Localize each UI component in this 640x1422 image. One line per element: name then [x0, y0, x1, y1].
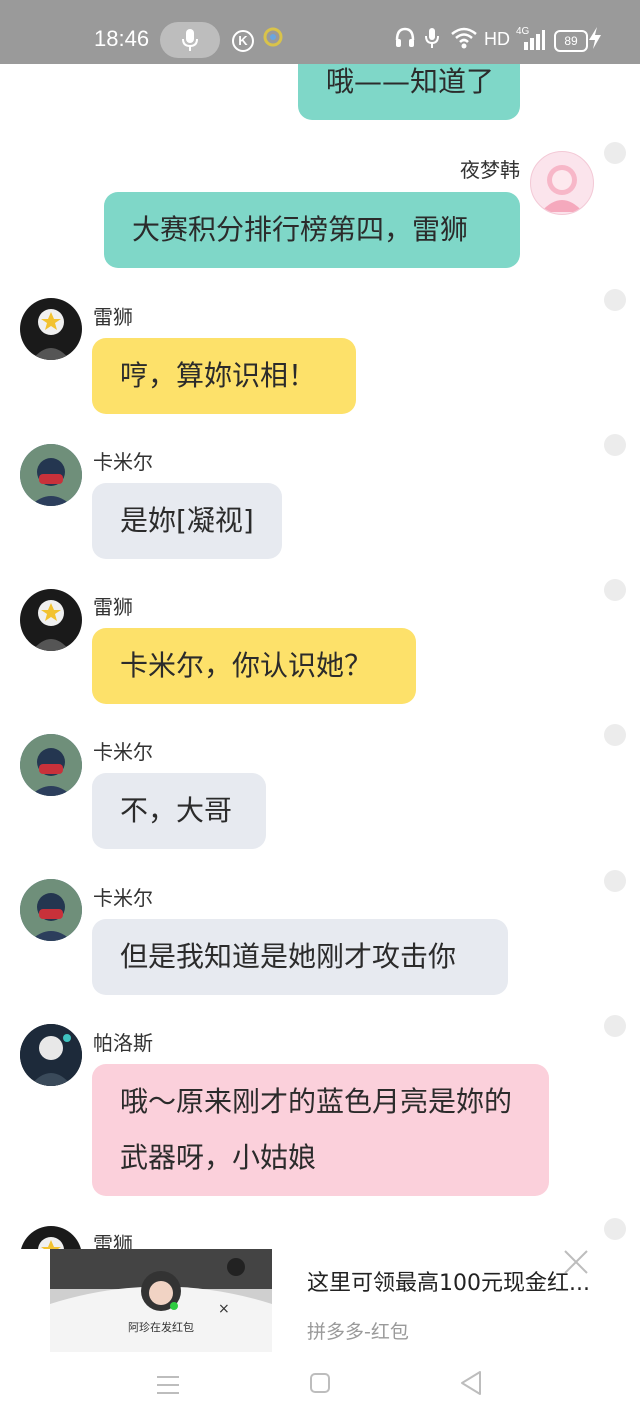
read-status-dot	[604, 434, 626, 456]
message-text: 哦——知道了	[326, 65, 495, 98]
navigation-bar	[0, 1352, 640, 1422]
sender-name: 卡米尔	[93, 450, 153, 474]
battery-icon: 89	[554, 30, 588, 52]
sender-name: 夜梦韩	[460, 158, 520, 182]
read-status-dot	[604, 142, 626, 164]
ad-image-close-icon: ×	[218, 1301, 230, 1317]
message-bubble[interactable]: 大赛积分排行榜第四，雷狮	[104, 192, 520, 268]
message-bubble[interactable]: 不，大哥	[92, 773, 266, 849]
read-status-dot	[604, 724, 626, 746]
sender-name: 帕洛斯	[93, 1031, 153, 1055]
mic-indicator[interactable]	[160, 22, 220, 58]
read-status-dot	[604, 1218, 626, 1240]
assistant-icon	[263, 27, 283, 47]
sender-name: 雷狮	[93, 1232, 133, 1249]
message-text: 哼，算妳识相！	[120, 359, 317, 392]
message-bubble[interactable]: 哦～原来刚才的蓝色月亮是妳的武器呀，小姑娘	[92, 1064, 549, 1196]
ad-image-caption: 阿珍在发红包	[128, 1321, 194, 1334]
chat-messages[interactable]: 哦——知道了 夜梦韩 大赛积分排行榜第四，雷狮 雷狮 哼，算妳识相！ 卡米尔 是…	[0, 64, 640, 1249]
message-text: 大赛积分排行榜第四，雷狮	[132, 213, 469, 246]
read-status-dot	[604, 1015, 626, 1037]
avatar[interactable]	[530, 151, 594, 215]
avatar[interactable]	[20, 298, 82, 360]
headphones-icon	[395, 27, 415, 47]
ad-image[interactable]: 阿珍在发红包 ×	[50, 1249, 272, 1352]
avatar[interactable]	[20, 734, 82, 796]
message-bubble[interactable]: 哼，算妳识相！	[92, 338, 356, 414]
status-bar: 18:46 K HD 4G 89	[0, 0, 640, 64]
read-status-dot	[604, 579, 626, 601]
signal-icon	[524, 30, 545, 50]
back-icon[interactable]	[459, 1370, 483, 1396]
network-hd-label: HD	[484, 29, 510, 49]
message-bubble[interactable]: 但是我知道是她刚才攻击你	[92, 919, 508, 995]
message-bubble[interactable]: 卡米尔，你认识她？	[92, 628, 416, 704]
avatar[interactable]	[20, 589, 82, 651]
read-status-dot	[604, 289, 626, 311]
charging-icon	[589, 27, 601, 49]
ad-title[interactable]: 这里可领最高100元现金红...	[307, 1265, 590, 1297]
read-status-dot	[604, 870, 626, 892]
message-bubble[interactable]: 是妳[凝视]	[92, 483, 282, 559]
avatar[interactable]	[20, 879, 82, 941]
message-bubble[interactable]: 哦——知道了	[298, 64, 520, 120]
avatar[interactable]	[20, 1226, 82, 1249]
sender-name: 雷狮	[93, 305, 133, 329]
status-time: 18:46	[94, 26, 150, 51]
mic-icon	[182, 29, 198, 51]
message-text: 哦～原来刚才的蓝色月亮是妳的武器呀，小姑娘	[120, 1085, 513, 1174]
message-text: 卡米尔，你认识她？	[120, 649, 373, 682]
home-icon[interactable]	[309, 1372, 331, 1394]
avatar[interactable]	[20, 1024, 82, 1086]
menu-icon[interactable]	[156, 1374, 180, 1396]
ad-subtitle: 拼多多-红包	[307, 1321, 409, 1343]
message-text: 不，大哥	[120, 794, 233, 827]
sender-name: 卡米尔	[93, 886, 153, 910]
message-text: 但是我知道是她刚才攻击你	[120, 940, 457, 973]
sender-name: 卡米尔	[93, 740, 153, 764]
avatar[interactable]	[20, 444, 82, 506]
k-app-icon: K	[232, 30, 254, 52]
ad-close-icon[interactable]	[561, 1247, 591, 1277]
message-text: 是妳[凝视]	[120, 504, 254, 537]
wifi-icon	[451, 27, 477, 49]
ad-banner[interactable]: 阿珍在发红包 × 这里可领最高100元现金红... 拼多多-红包	[0, 1249, 640, 1352]
mic-small-icon	[425, 28, 439, 48]
sender-name: 雷狮	[93, 595, 133, 619]
